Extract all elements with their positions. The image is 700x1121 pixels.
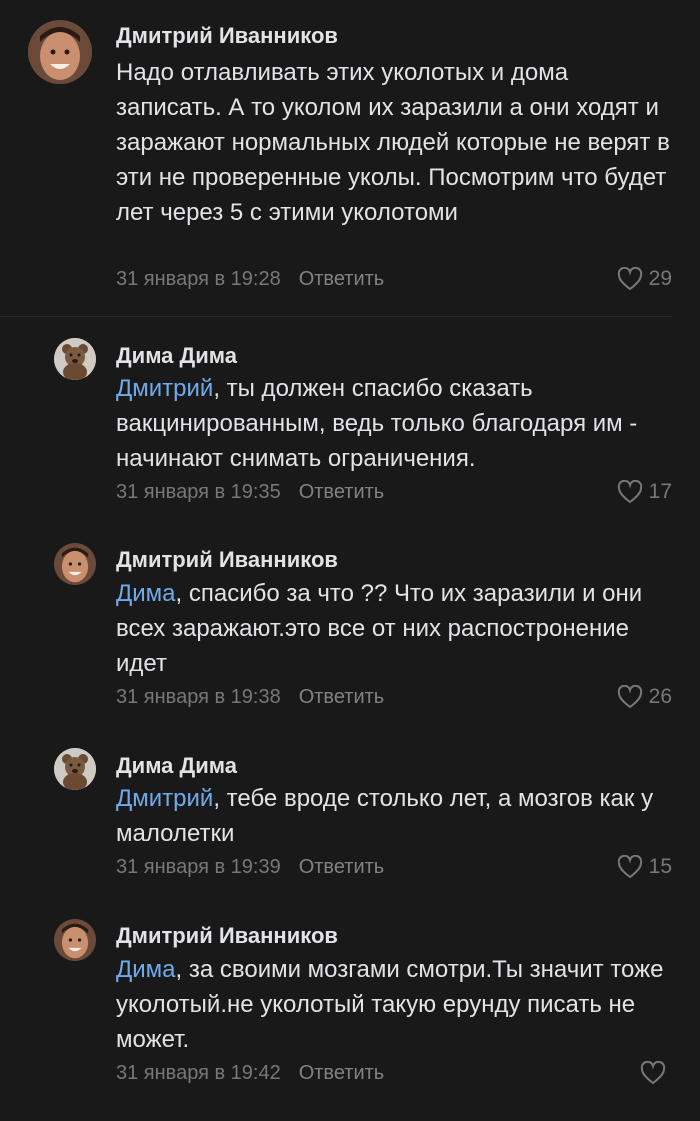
heart-icon <box>617 855 642 879</box>
reply-button[interactable]: Ответить <box>299 686 385 708</box>
comment-text: Дмитрий, тебе вроде столько лет, а мозго… <box>116 785 654 847</box>
reply-button[interactable]: Ответить <box>299 481 385 503</box>
like-count: 17 <box>648 480 672 503</box>
comment-author[interactable]: Дмитрий Иванников <box>116 923 338 949</box>
comment-meta: 31 января в 19:42 Ответить <box>116 1062 384 1085</box>
divider <box>0 316 672 317</box>
comment-meta: 31 января в 19:38 Ответить <box>116 686 384 709</box>
teddy-bear-avatar-icon <box>54 748 96 790</box>
heart-icon <box>617 267 642 291</box>
reply-button[interactable]: Ответить <box>299 268 385 290</box>
mention-link[interactable]: Дмитрий <box>116 375 213 402</box>
like-button[interactable]: 15 <box>617 855 672 879</box>
comment-author[interactable]: Дмитрий Иванников <box>116 23 338 49</box>
comment-meta: 31 января в 19:35 Ответить <box>116 481 384 504</box>
reply-button[interactable]: Ответить <box>299 1062 385 1084</box>
avatar[interactable] <box>28 20 92 84</box>
face-avatar-icon <box>28 20 92 84</box>
avatar[interactable] <box>54 919 96 961</box>
comment-date: 31 января в 19:35 <box>116 481 281 503</box>
comment-text: Дима, за своими мозгами смотри.Ты значит… <box>116 956 664 1053</box>
like-count: 29 <box>648 267 672 290</box>
mention-link[interactable]: Дима <box>116 580 176 607</box>
comment-text: Дима, спасибо за что ?? Что их заразили … <box>116 580 643 677</box>
comment-text: Дмитрий, ты должен спасибо сказать вакци… <box>116 375 638 472</box>
avatar[interactable] <box>54 338 96 380</box>
teddy-bear-avatar-icon <box>54 338 96 380</box>
like-button[interactable] <box>640 1061 672 1085</box>
heart-icon <box>640 1061 666 1085</box>
face-avatar-icon <box>54 543 96 585</box>
comment-author[interactable]: Дима Дима <box>116 753 237 779</box>
comment-date: 31 января в 19:38 <box>116 686 281 708</box>
avatar[interactable] <box>54 543 96 585</box>
comment-date: 31 января в 19:28 <box>116 268 281 290</box>
comment-meta: 31 января в 19:28 Ответить <box>116 268 384 291</box>
avatar[interactable] <box>54 748 96 790</box>
like-count: 15 <box>648 855 672 878</box>
comment-author[interactable]: Дмитрий Иванников <box>116 547 338 573</box>
reply-button[interactable]: Ответить <box>299 856 385 878</box>
like-button[interactable]: 17 <box>617 480 672 504</box>
mention-link[interactable]: Дмитрий <box>116 785 213 812</box>
heart-icon <box>617 685 642 709</box>
comment-meta: 31 января в 19:39 Ответить <box>116 856 384 879</box>
comment-date: 31 января в 19:42 <box>116 1062 281 1084</box>
like-button[interactable]: 26 <box>617 685 672 709</box>
heart-icon <box>617 480 642 504</box>
mention-link[interactable]: Дима <box>116 956 176 983</box>
like-count: 26 <box>648 685 672 708</box>
face-avatar-icon <box>54 919 96 961</box>
comment-author[interactable]: Дима Дима <box>116 343 237 369</box>
like-button[interactable]: 29 <box>617 267 672 291</box>
comment-date: 31 января в 19:39 <box>116 856 281 878</box>
comment-text: Надо отлавливать этих уколотых и дома за… <box>116 59 670 226</box>
